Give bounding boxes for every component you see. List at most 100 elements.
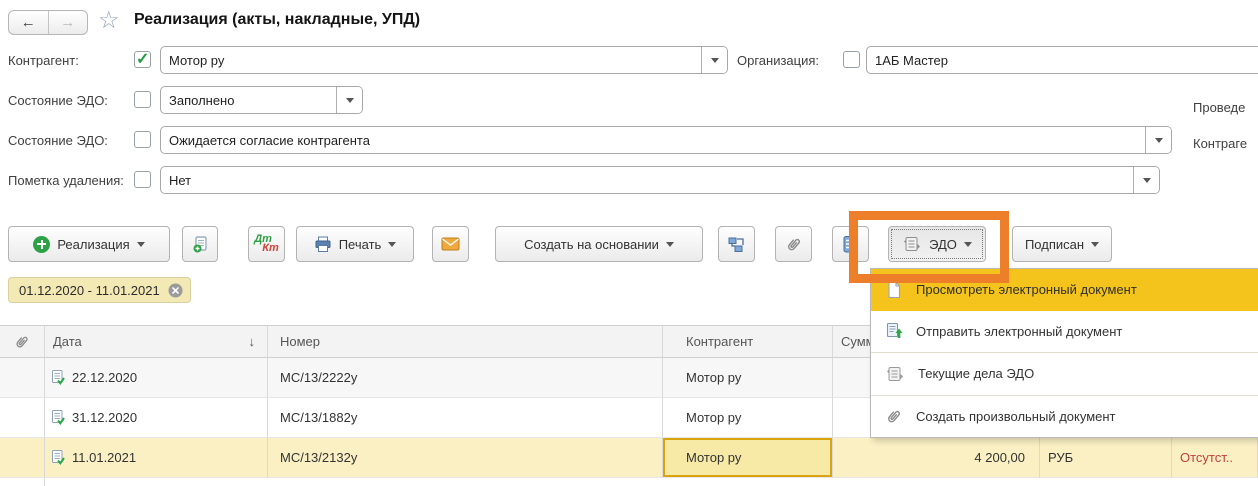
edo-dropdown-menu: Просмотреть электронный документ Отправи…: [870, 268, 1258, 438]
counterparty-cell-selected[interactable]: Мотор ру: [663, 438, 833, 478]
chevron-down-icon: [666, 242, 674, 251]
chevron-down-icon: [346, 98, 354, 107]
number-column-header[interactable]: Номер: [268, 325, 663, 358]
organization-filter-label: Организация:: [737, 53, 819, 68]
annotation-highlight-rectangle: [849, 211, 1009, 283]
dt-kt-icon: Дт Кт: [254, 235, 279, 253]
number-cell[interactable]: МС/13/2132у: [268, 438, 663, 478]
signed-label: Подписан: [1025, 237, 1084, 252]
number-cell[interactable]: МС/13/2222у: [268, 358, 663, 398]
organization-filter-field[interactable]: 1АБ Мастер: [866, 46, 1258, 74]
back-button[interactable]: ←: [9, 11, 48, 34]
counterparty-filter-field[interactable]: Мотор ру: [160, 46, 728, 74]
organization-filter-value: 1АБ Мастер: [867, 47, 1258, 73]
attachment-cell[interactable]: [0, 438, 45, 478]
attachment-cell[interactable]: [0, 358, 45, 398]
posted-filter-label-clipped: Проведе: [1193, 100, 1245, 115]
attachments-button[interactable]: [775, 226, 812, 262]
counterparty-column-header[interactable]: Контрагент: [663, 325, 833, 358]
printer-icon: [314, 236, 332, 253]
next-row-sliver: [0, 478, 1258, 486]
signed-button[interactable]: Подписан: [1012, 226, 1112, 262]
chevron-down-icon: [1155, 138, 1163, 147]
counterparty-filter-value: Мотор ру: [161, 47, 701, 73]
copy-document-icon: [191, 235, 210, 254]
edo-exchange-icon: [885, 365, 905, 383]
posted-document-icon: [50, 369, 66, 386]
forward-arrow-icon: →: [60, 14, 75, 31]
edo-state-cell[interactable]: Отсутст..: [1172, 438, 1258, 478]
menu-item-create-arbitrary-document[interactable]: Создать произвольный документ: [871, 395, 1258, 438]
document-icon: [885, 281, 903, 299]
chevron-down-icon: [1091, 242, 1099, 251]
edo-state2-dropdown-button[interactable]: [1145, 127, 1171, 153]
period-filter-tag[interactable]: 01.12.2020 - 11.01.2021: [8, 277, 191, 303]
attachments-column-header[interactable]: [0, 325, 45, 358]
related-documents-button[interactable]: [718, 226, 755, 262]
date-cell[interactable]: 31.12.2020: [45, 398, 268, 438]
forward-button[interactable]: →: [48, 11, 88, 34]
edo-state-filter-field[interactable]: Заполнено: [160, 86, 363, 114]
menu-item-send-electronic-document[interactable]: Отправить электронный документ: [871, 311, 1258, 353]
date-cell[interactable]: 22.12.2020: [45, 358, 268, 398]
period-filter-text: 01.12.2020 - 11.01.2021: [19, 283, 160, 298]
email-button[interactable]: [432, 226, 469, 262]
deletion-mark-dropdown-button[interactable]: [1133, 167, 1159, 193]
counterparty-dropdown-button[interactable]: [701, 47, 727, 73]
sum-cell[interactable]: 4 200,00: [833, 438, 1040, 478]
create-based-on-label: Создать на основании: [524, 237, 659, 252]
attachment-cell[interactable]: [0, 398, 45, 438]
print-button[interactable]: Печать: [296, 226, 414, 262]
counterparty-cell[interactable]: Мотор ру: [663, 358, 833, 398]
date-column-header[interactable]: Дата ↓: [45, 325, 268, 358]
table-row-selected[interactable]: 11.01.2021 МС/13/2132у Мотор ру 4 200,00…: [0, 438, 1258, 478]
paperclip-icon: [14, 333, 30, 350]
sort-desc-icon: ↓: [249, 334, 256, 349]
create-based-on-button[interactable]: Создать на основании: [495, 226, 703, 262]
back-arrow-icon: ←: [21, 14, 36, 31]
posted-document-icon: [50, 409, 66, 426]
paperclip-icon: [885, 407, 903, 425]
edo-state-filter-checkbox[interactable]: [134, 91, 151, 108]
chevron-down-icon: [137, 242, 145, 251]
chevron-down-icon: [711, 58, 719, 67]
paperclip-icon: [785, 235, 803, 253]
edo-state2-filter-value: Ожидается согласие контрагента: [161, 127, 1145, 153]
edo-state2-filter-field[interactable]: Ожидается согласие контрагента: [160, 126, 1172, 154]
organization-filter-checkbox[interactable]: [843, 51, 860, 68]
plus-icon: [33, 236, 50, 253]
nav-button-group: ← →: [8, 10, 88, 35]
create-realization-label: Реализация: [57, 237, 129, 252]
structure-icon: [727, 235, 746, 254]
chevron-down-icon: [1143, 178, 1151, 187]
edo-state2-filter-label: Состояние ЭДО:: [8, 133, 108, 148]
menu-item-current-edo-tasks[interactable]: Текущие дела ЭДО: [871, 352, 1258, 395]
edo-state-filter-value: Заполнено: [161, 87, 336, 113]
send-document-icon: [885, 322, 903, 340]
create-realization-button[interactable]: Реализация: [8, 226, 170, 262]
edo-state-dropdown-button[interactable]: [336, 87, 362, 113]
edo-state-filter-label: Состояние ЭДО:: [8, 93, 108, 108]
app-window: ← → ☆ Реализация (акты, накладные, УПД) …: [0, 0, 1258, 486]
remove-filter-icon[interactable]: [168, 283, 183, 298]
print-label: Печать: [339, 237, 382, 252]
chevron-down-icon: [388, 242, 396, 251]
date-cell[interactable]: 11.01.2021: [45, 438, 268, 478]
page-title: Реализация (акты, накладные, УПД): [134, 11, 420, 29]
deletion-mark-filter-checkbox[interactable]: [134, 171, 151, 188]
number-cell[interactable]: МС/13/1882у: [268, 398, 663, 438]
counterparty-filter-checkbox[interactable]: [134, 51, 151, 68]
edo-state2-filter-checkbox[interactable]: [134, 131, 151, 148]
dt-kt-postings-button[interactable]: Дт Кт: [248, 226, 285, 262]
deletion-mark-filter-value: Нет: [161, 167, 1133, 193]
counterparty2-filter-label-clipped: Контраге: [1193, 136, 1247, 151]
currency-cell[interactable]: РУБ: [1040, 438, 1172, 478]
counterparty-cell[interactable]: Мотор ру: [663, 398, 833, 438]
deletion-mark-filter-field[interactable]: Нет: [160, 166, 1160, 194]
favorite-star-icon[interactable]: ☆: [98, 6, 120, 35]
envelope-icon: [441, 237, 460, 251]
deletion-mark-filter-label: Пометка удаления:: [8, 173, 124, 188]
counterparty-filter-label: Контрагент:: [8, 53, 79, 68]
copy-document-button[interactable]: [182, 226, 218, 262]
posted-document-icon: [50, 449, 66, 466]
